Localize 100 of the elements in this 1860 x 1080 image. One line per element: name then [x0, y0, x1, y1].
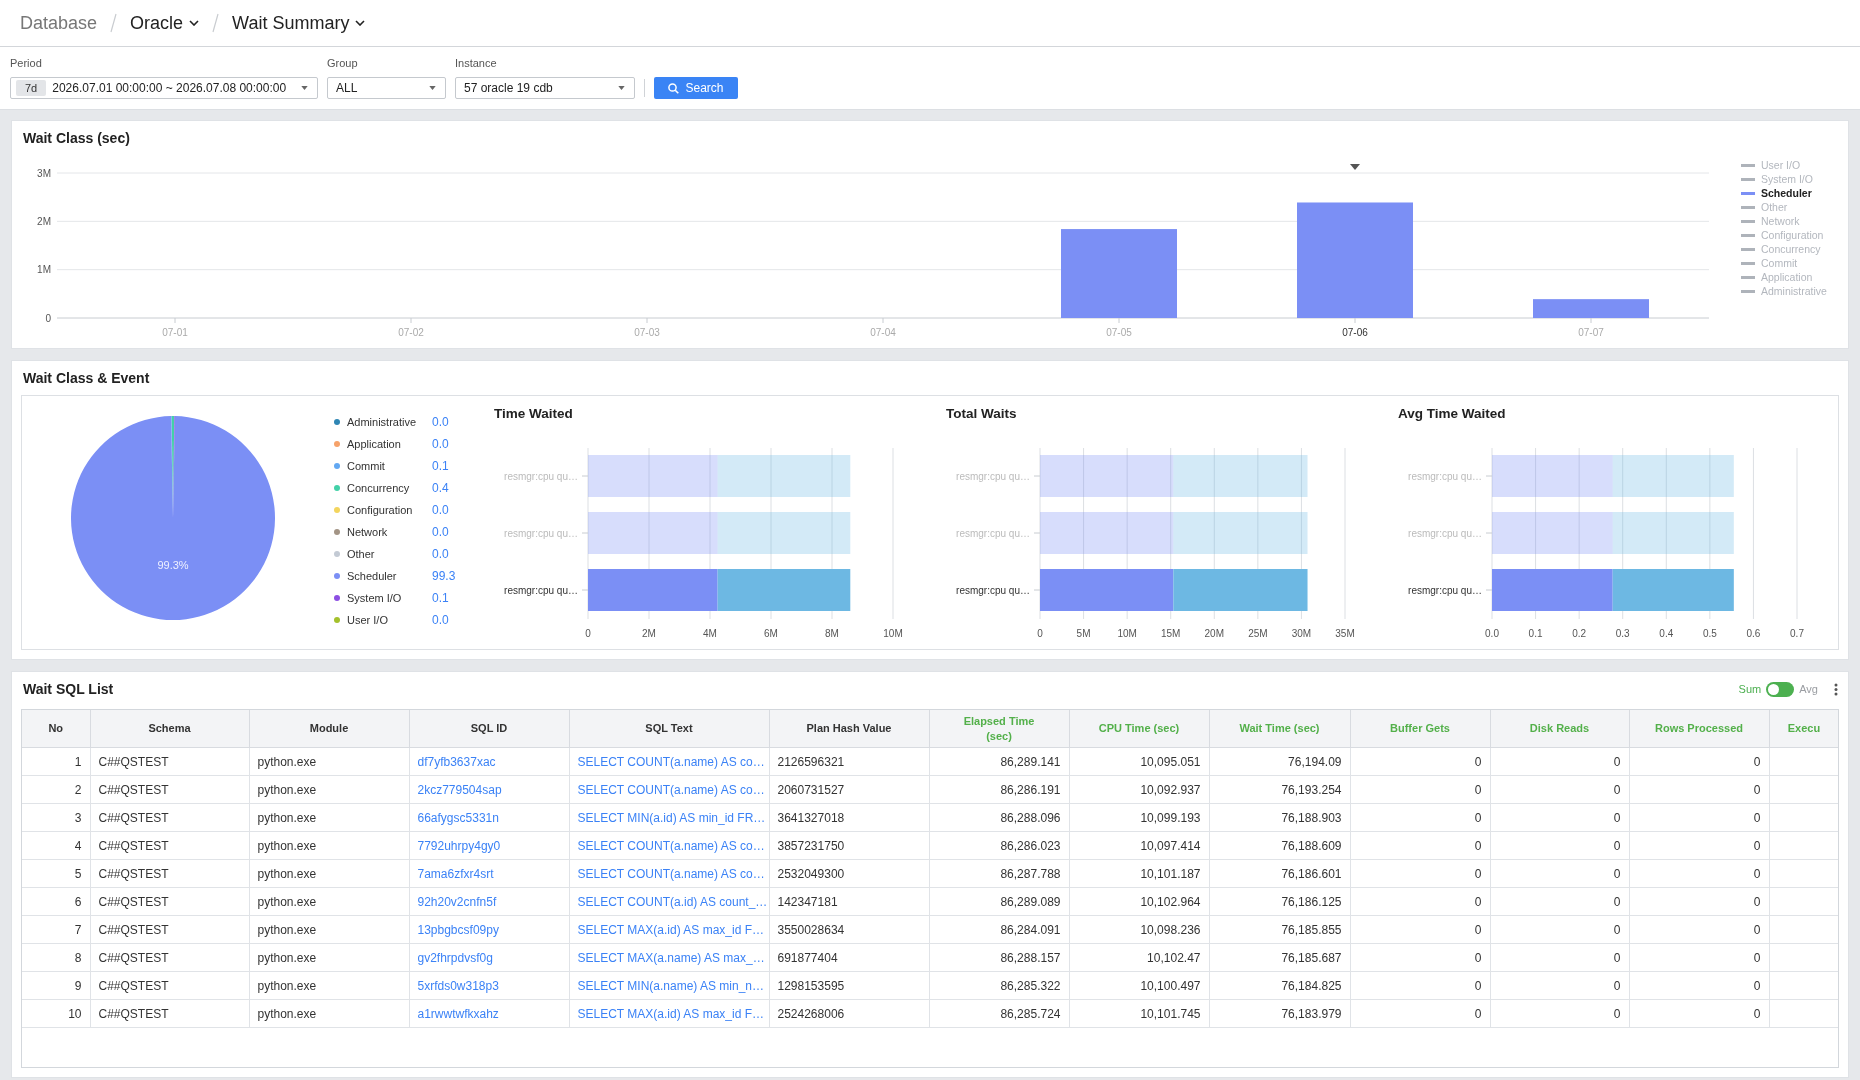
table-cell: 0: [1629, 831, 1769, 860]
line-swatch-icon: [1741, 275, 1755, 279]
period-badge: 7d: [16, 80, 47, 96]
panel-title: Wait Class (sec): [23, 129, 131, 147]
legend-item[interactable]: System I/O: [1741, 172, 1839, 186]
axis-label: 07-03: [634, 327, 660, 338]
legend-label: Commit: [347, 460, 386, 472]
table-cell: 2524268006: [769, 999, 929, 1028]
table-cell: 1298153595: [769, 971, 929, 1000]
axis-label: resmgr:cpu qu…: [956, 470, 1030, 482]
breadcrumb-item[interactable]: Database: [20, 12, 98, 34]
line-swatch-icon: [1741, 163, 1755, 167]
search-button[interactable]: Search: [654, 77, 738, 99]
table-cell: 0: [1350, 803, 1490, 832]
legend-value: 0.0: [432, 525, 449, 539]
table-cell: 76,188.903: [1209, 803, 1350, 832]
axis-label: 07-07: [1578, 327, 1604, 338]
period-select[interactable]: 7d 2026.07.01 00:00:00 ~ 2026.07.08 00:00:00: [10, 77, 318, 99]
marker-icon: [1350, 164, 1360, 170]
legend-value: 0.0: [432, 503, 449, 517]
caret-down-icon: [429, 86, 436, 90]
axis-label: 25M: [1248, 628, 1268, 639]
legend-value: 0.1: [432, 591, 449, 605]
legend-item[interactable]: User I/O: [1741, 158, 1839, 172]
toggle-label[interactable]: Sum: [1738, 683, 1762, 695]
column-header: CPU Time (sec): [1069, 710, 1209, 748]
table-cell: 7: [22, 915, 90, 944]
axis-label: 1M: [37, 264, 51, 276]
legend-item[interactable]: Other: [1741, 200, 1839, 214]
table-cell: python.exe: [249, 859, 409, 888]
axis-label: 0.7: [1790, 628, 1804, 639]
table-cell: C##QSTEST: [90, 999, 249, 1028]
line-swatch-icon: [1741, 219, 1755, 223]
instance-select[interactable]: 57 oracle 19 cdb: [455, 77, 635, 99]
column-header: No: [22, 710, 90, 748]
axis-label: 5M: [1076, 628, 1091, 639]
legend-item[interactable]: Commit: [1741, 256, 1839, 270]
table-cell: 0: [1350, 747, 1490, 776]
column-header: Schema: [90, 710, 249, 748]
table-cell: 76,188.609: [1209, 831, 1350, 860]
column-header: Buffer Gets: [1350, 710, 1490, 748]
caret-down-icon: [618, 86, 625, 90]
more-options-icon[interactable]: [1834, 682, 1838, 696]
table-cell: 142347181: [769, 887, 929, 916]
table-cell: 86,287.788: [929, 859, 1069, 888]
table-cell: 0: [1629, 999, 1769, 1028]
table-cell: 0: [1350, 831, 1490, 860]
table-cell: 0: [1629, 803, 1769, 832]
axis-label: 0.2: [1572, 628, 1587, 639]
table-cell: 0: [1490, 999, 1629, 1028]
table-cell: 0: [1350, 943, 1490, 972]
axis-label: 07-01: [162, 327, 188, 338]
legend-item[interactable]: Scheduler: [1741, 186, 1839, 200]
panel-title: Wait SQL List: [23, 680, 114, 698]
table-cell: 10,099.193: [1069, 803, 1209, 832]
table-cell: C##QSTEST: [90, 775, 249, 804]
table-cell: 0: [1629, 943, 1769, 972]
column-header: SQL ID: [409, 710, 569, 748]
table-cell: 86,285.724: [929, 999, 1069, 1028]
table-cell: 0: [1629, 859, 1769, 888]
axis-label: resmgr:cpu qu…: [956, 584, 1030, 596]
toggle-label[interactable]: Avg: [1799, 683, 1818, 695]
table-cell: 10,101.745: [1069, 999, 1209, 1028]
table-cell: python.exe: [249, 915, 409, 944]
toggle-switch[interactable]: [1766, 681, 1795, 697]
search-icon: [668, 82, 680, 94]
table-cell: 0: [1629, 971, 1769, 1000]
legend-label: Configuration: [347, 504, 414, 516]
legend-label: Scheduler: [347, 570, 398, 582]
legend-item[interactable]: Administrative: [1741, 284, 1839, 298]
table-cell: python.exe: [249, 775, 409, 804]
table-cell: 0: [1350, 999, 1490, 1028]
caret-down-icon: [301, 86, 308, 90]
legend-label: Administrative: [347, 416, 418, 428]
breadcrumb-dropdown[interactable]: Oracle: [130, 12, 200, 34]
table-cell: 86,289.141: [929, 747, 1069, 776]
table-cell: 0: [1350, 775, 1490, 804]
table-cell: 0: [1490, 803, 1629, 832]
group-select[interactable]: ALL: [327, 77, 446, 99]
legend-item[interactable]: Concurrency: [1741, 242, 1839, 256]
table-cell: 76,185.855: [1209, 915, 1350, 944]
legend-label: Network: [347, 526, 389, 538]
legend-item[interactable]: Application: [1741, 270, 1839, 284]
axis-label: resmgr:cpu qu…: [504, 470, 578, 482]
table-cell: 10: [22, 999, 90, 1028]
table-cell: 4: [22, 831, 90, 860]
legend-item[interactable]: Configuration: [1741, 228, 1839, 242]
table-cell: python.exe: [249, 747, 409, 776]
axis-label: 10M: [883, 628, 903, 639]
breadcrumb-dropdown[interactable]: Wait Summary: [232, 12, 366, 34]
table-cell: 691877404: [769, 943, 929, 972]
table-cell: C##QSTEST: [90, 971, 249, 1000]
legend-item[interactable]: Network: [1741, 214, 1839, 228]
line-swatch-icon: [1741, 261, 1755, 265]
table-cell: C##QSTEST: [90, 803, 249, 832]
chevron-down-icon: [355, 20, 366, 26]
table-cell: 3550028634: [769, 915, 929, 944]
table-cell: python.exe: [249, 943, 409, 972]
table-cell: 0: [1350, 859, 1490, 888]
chevron-down-icon: [189, 20, 200, 26]
